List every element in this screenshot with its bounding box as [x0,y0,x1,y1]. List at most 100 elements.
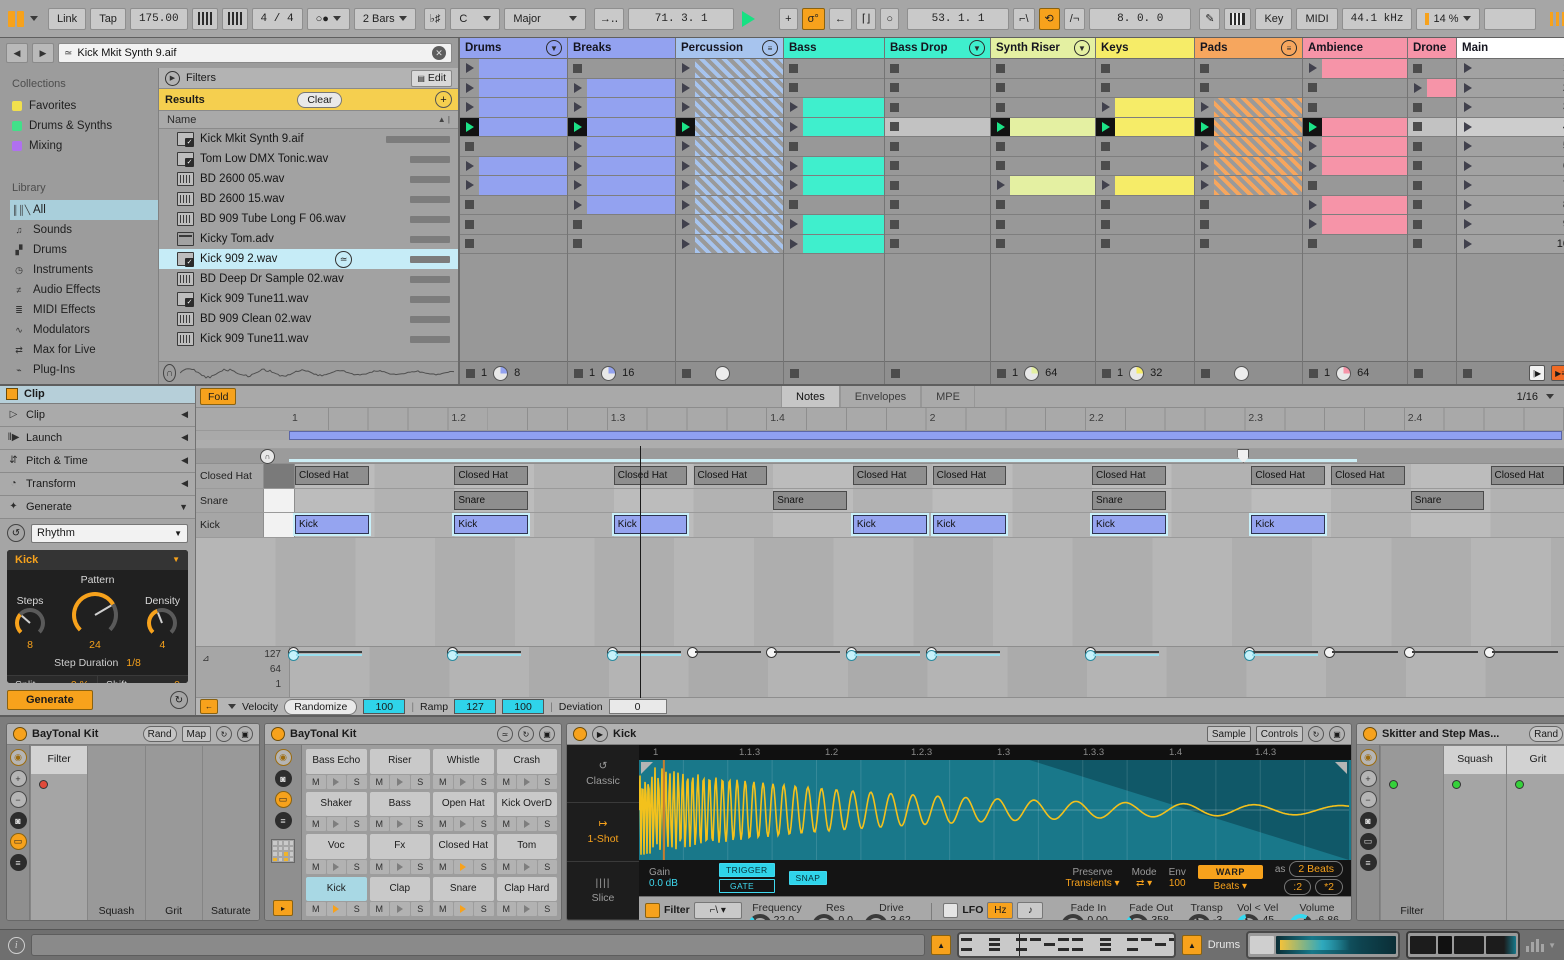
double-tempo-button[interactable]: *2 [1315,879,1343,895]
lfo-sync-button[interactable]: ♪ [1017,902,1043,919]
remove-macro-icon[interactable]: − [1360,791,1377,808]
stop-clip-icon[interactable] [1413,220,1422,229]
scene-launch-icon[interactable] [1464,141,1472,151]
clip-section-transform[interactable]: ◔ Transform ◀ [0,473,195,496]
stop-clip-icon[interactable] [1413,161,1422,170]
clip-launch-icon[interactable] [790,122,798,132]
follow-button[interactable]: →‥ [594,8,624,30]
sidebar-item-mixing[interactable]: Mixing [10,136,158,156]
clip-body[interactable] [1322,118,1407,137]
stop-clip-icon[interactable] [789,142,798,151]
frequency-control[interactable]: Frequency 22.0 kHz [748,902,807,921]
stop-clip-icon[interactable] [465,220,474,229]
clip-slot[interactable] [784,176,884,196]
clip-slot[interactable] [1096,98,1194,118]
clip-launch-icon[interactable] [682,63,690,73]
knob[interactable] [15,608,45,638]
new-button[interactable]: + [779,8,797,30]
track-header[interactable]: Ambience [1303,38,1407,59]
stop-clip-icon[interactable] [789,83,798,92]
scene-launch-icon[interactable] [1464,83,1472,93]
scene-row[interactable]: 2 [1457,79,1564,99]
clip-slot[interactable] [1195,79,1302,99]
midi-note[interactable]: Kick [853,515,927,534]
drum-pad-bass-echo[interactable]: Bass Echo M S [306,749,367,789]
knob[interactable] [1061,914,1085,921]
clip-launch-icon[interactable] [1309,219,1317,229]
stop-clip-icon[interactable] [573,64,582,73]
clip-launch-icon[interactable] [1201,102,1209,112]
clip-body[interactable] [695,98,783,117]
loop-length-field[interactable]: 8. 0. 0 [1089,8,1191,30]
save-preset-icon[interactable]: ▣ [539,726,555,742]
clip-section-clip[interactable]: ▷ Clip ◀ [0,404,195,427]
generator-preset-select[interactable]: Rhythm ▼ [31,524,188,543]
clip-body[interactable] [695,176,783,195]
preview-headphone-icon[interactable]: ∩ [163,364,176,382]
clip-body[interactable] [695,235,783,254]
clip-slot[interactable] [1408,196,1456,216]
snapshot-icon[interactable]: ◙ [1360,812,1377,829]
clip-slot[interactable] [1408,157,1456,177]
drum-pad-clap-hard[interactable]: Clap Hard M S [497,877,558,917]
clip-slot[interactable] [1408,176,1456,196]
io-button[interactable]: ▸ [273,900,293,916]
chevron-circle-icon[interactable]: ▼ [969,40,985,56]
track-header[interactable]: Drone [1408,38,1456,59]
clip-slot[interactable] [1195,98,1302,118]
pad-mute-button[interactable]: M [497,902,517,916]
section-expand-icon[interactable]: ◀ [181,432,188,443]
cpu-meter[interactable]: 14 % [1416,8,1479,30]
list-circle-icon[interactable]: ≡ [762,40,778,56]
track-stop-all-icon[interactable] [1201,369,1210,378]
device-title[interactable]: Kick [613,728,636,740]
punch-in-button[interactable]: ⌐\ [1013,8,1034,30]
scene-row[interactable]: 3 [1457,98,1564,118]
list-circle-icon[interactable]: ≡ [1281,40,1297,56]
piano-key[interactable] [264,489,295,513]
clip-preview-expand-button[interactable]: ▲ [931,935,950,955]
density-knob[interactable]: Density 4 [145,595,180,651]
env-value[interactable]: 100 [1169,878,1186,889]
drumrack-thumb[interactable] [1250,936,1274,954]
clip-launch-icon[interactable] [574,200,582,210]
clip-slot[interactable] [784,118,884,138]
clip-body[interactable] [1115,98,1194,117]
pad-play-button[interactable] [390,817,410,831]
draw-mode-button[interactable]: ✎ [1199,8,1220,30]
stop-clip-icon[interactable] [996,103,1005,112]
clip-slot[interactable] [676,215,783,235]
clip-launch-icon[interactable] [1102,180,1110,190]
show-pads-icon[interactable]: ▭ [275,791,292,808]
clip-launch-icon[interactable] [1309,200,1317,210]
stop-clip-icon[interactable] [890,64,899,73]
list-item[interactable]: BD 909 Tube Long F 06.wav [159,209,458,229]
macro-knob[interactable]: 0 [1507,774,1564,921]
warp-mode-select[interactable]: Beats ▾ [1214,881,1247,892]
clip-launch-icon[interactable] [574,83,582,93]
pad-solo-button[interactable]: S [411,817,431,831]
lfo-hz-button[interactable]: Hz [987,902,1013,919]
save-preset-icon[interactable]: ▣ [237,726,253,742]
track-stop-all-icon[interactable] [682,369,691,378]
clip-body[interactable] [695,196,783,215]
chain-list-icon[interactable]: ≡ [10,854,27,871]
pad-mute-button[interactable]: M [497,775,517,789]
chevron-circle-icon[interactable]: ▼ [546,40,562,56]
loop-start-field[interactable]: 53. 1. 1 [907,8,1009,30]
tab-mpe[interactable]: MPE [921,386,975,407]
pad-play-button[interactable] [454,817,474,831]
clip-body[interactable] [803,176,884,195]
pad-mute-button[interactable]: M [306,817,326,831]
sidebar-item-audio-effects[interactable]: ≠ Audio Effects [10,280,158,300]
clip-body[interactable] [1010,176,1095,195]
lane-select-button[interactable]: ← [200,699,218,714]
midi-note[interactable]: Closed Hat [694,466,768,485]
track-stop-all-icon[interactable] [997,369,1006,378]
clip-launch-icon[interactable] [466,122,474,132]
clip-launch-icon[interactable] [682,83,690,93]
clip-slot[interactable] [1303,118,1407,138]
clip-launch-icon[interactable] [682,219,690,229]
controls-tab[interactable]: Controls [1256,726,1303,742]
tab-notes[interactable]: Notes [781,386,840,407]
